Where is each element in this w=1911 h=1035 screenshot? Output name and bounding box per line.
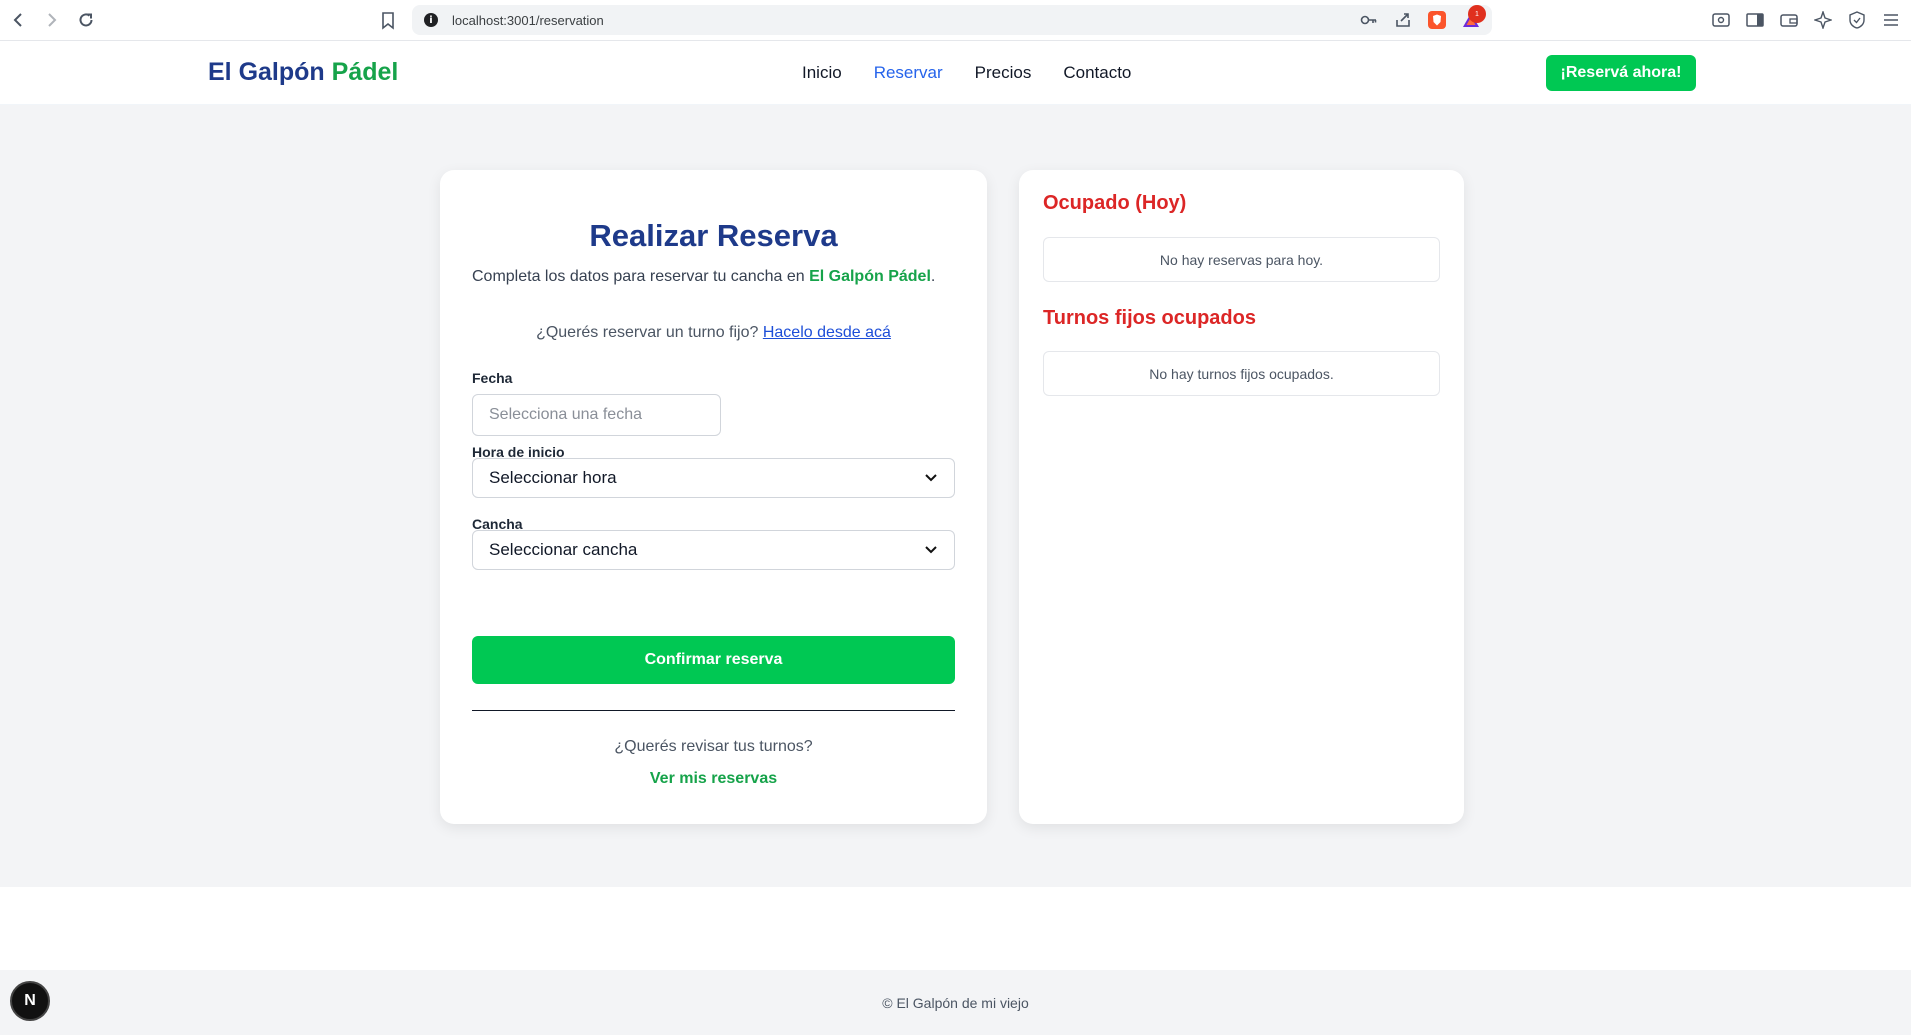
- url-text[interactable]: localhost:3001/reservation: [452, 13, 604, 28]
- bookmark-icon[interactable]: [378, 10, 398, 32]
- logo-text-main: El Galpón: [208, 58, 325, 86]
- reader-mode-icon[interactable]: [1711, 10, 1731, 30]
- rewards-badge: 1: [1468, 5, 1486, 23]
- nav-link-reservar[interactable]: Reservar: [874, 63, 943, 83]
- browser-toolbar: i localhost:3001/reservation 1: [0, 0, 1911, 41]
- fixed-slots-empty-state: No hay turnos fijos ocupados.: [1043, 351, 1440, 396]
- wallet-icon[interactable]: [1779, 10, 1799, 30]
- busy-today-heading: Ocupado (Hoy): [1043, 192, 1187, 214]
- menu-icon[interactable]: [1881, 10, 1901, 30]
- logo-text-accent: Pádel: [331, 58, 399, 86]
- footer-text: © El Galpón de mi viejo: [882, 994, 1029, 1011]
- share-icon[interactable]: [1394, 11, 1412, 29]
- my-reservations-link[interactable]: Ver mis reservas: [440, 770, 987, 788]
- back-icon[interactable]: [8, 10, 28, 30]
- page-title: Realizar Reserva: [589, 218, 838, 253]
- brave-rewards-icon[interactable]: 1: [1462, 5, 1486, 29]
- chevron-down-icon: [924, 471, 938, 485]
- court-select[interactable]: Seleccionar cancha: [472, 530, 955, 570]
- nav-link-inicio[interactable]: Inicio: [802, 63, 842, 83]
- site-logo[interactable]: El Galpón Pádel: [208, 58, 398, 87]
- divider: [472, 710, 955, 711]
- reservation-form-card: Realizar Reserva Completa los datos para…: [440, 170, 987, 824]
- leo-ai-icon[interactable]: [1813, 10, 1833, 30]
- form-subtitle: Completa los datos para reservar tu canc…: [472, 268, 935, 286]
- vpn-shield-icon[interactable]: [1847, 10, 1867, 30]
- nav-link-contacto[interactable]: Contacto: [1063, 63, 1131, 83]
- main-nav: Inicio Reservar Precios Contacto: [802, 63, 1131, 83]
- subtitle-text: Completa los datos para reservar tu canc…: [472, 268, 810, 285]
- site-header: El Galpón Pádel Inicio Reservar Precios …: [0, 41, 1911, 105]
- fixed-slots-heading: Turnos fijos ocupados: [1043, 307, 1256, 329]
- fixed-slot-question: ¿Querés reservar un turno fijo?: [536, 324, 759, 341]
- sidebar-toggle-icon[interactable]: [1745, 10, 1765, 30]
- fixed-slot-link[interactable]: Hacelo desde acá: [763, 324, 891, 341]
- confirm-reservation-button[interactable]: Confirmar reserva: [472, 636, 955, 684]
- occupancy-card: Ocupado (Hoy) No hay reservas para hoy. …: [1019, 170, 1464, 824]
- subtitle-suffix: .: [930, 268, 936, 285]
- subtitle-brand: El Galpón Pádel: [809, 268, 931, 285]
- main-content: Realizar Reserva Completa los datos para…: [0, 105, 1911, 887]
- start-time-select[interactable]: Seleccionar hora: [472, 458, 955, 498]
- nav-link-precios[interactable]: Precios: [975, 63, 1032, 83]
- browser-nav-buttons: [0, 10, 300, 30]
- date-label: Fecha: [472, 370, 513, 386]
- fixed-slot-prompt: ¿Querés reservar un turno fijo? Hacelo d…: [440, 324, 987, 342]
- chevron-down-icon: [924, 543, 938, 557]
- reserve-now-button[interactable]: ¡Reservá ahora!: [1546, 55, 1696, 91]
- key-icon[interactable]: [1360, 11, 1378, 29]
- dev-tools-badge[interactable]: N: [10, 981, 50, 1021]
- site-footer: © El Galpón de mi viejo: [0, 970, 1911, 1035]
- review-question: ¿Querés revisar tus turnos?: [614, 738, 813, 755]
- brave-shields-icon[interactable]: [1428, 11, 1446, 29]
- forward-icon[interactable]: [42, 10, 62, 30]
- reload-icon[interactable]: [76, 10, 96, 30]
- site-info-icon[interactable]: i: [424, 13, 438, 27]
- court-value: Seleccionar cancha: [489, 540, 638, 559]
- browser-right-tools: [1711, 10, 1901, 30]
- date-input[interactable]: [472, 394, 721, 436]
- busy-today-empty-state: No hay reservas para hoy.: [1043, 237, 1440, 282]
- address-bar[interactable]: i localhost:3001/reservation 1: [412, 5, 1492, 35]
- start-time-value: Seleccionar hora: [489, 468, 617, 487]
